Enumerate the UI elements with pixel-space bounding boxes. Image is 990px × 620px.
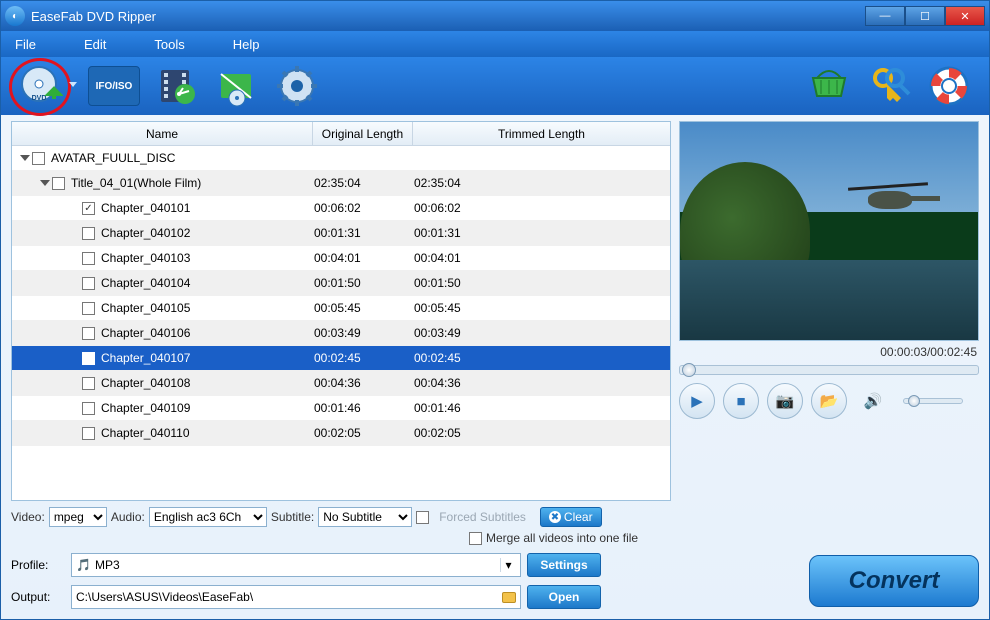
edit-video-button[interactable] — [153, 62, 201, 110]
open-folder-button[interactable]: 📂 — [811, 383, 847, 419]
open-output-button[interactable]: Open — [527, 585, 601, 609]
table-row[interactable]: Chapter_04010700:02:4500:02:45 — [12, 346, 670, 371]
audio-select[interactable]: English ac3 6Ch — [149, 507, 267, 527]
window-title: EaseFab DVD Ripper — [31, 9, 865, 24]
table-row[interactable]: Chapter_04010200:01:3100:01:31 — [12, 221, 670, 246]
app-window: ◐ EaseFab DVD Ripper File Edit Tools Hel… — [0, 0, 990, 620]
row-checkbox[interactable] — [82, 202, 95, 215]
table-row[interactable]: Chapter_04010600:03:4900:03:49 — [12, 321, 670, 346]
expand-toggle-icon[interactable] — [40, 180, 50, 186]
row-checkbox[interactable] — [82, 302, 95, 315]
profile-label: Profile: — [11, 558, 71, 572]
tool-bar: DVD IFO/ISO — [1, 57, 989, 115]
output-value: C:\Users\ASUS\Videos\EaseFab\ — [76, 590, 253, 604]
clear-button[interactable]: Clear — [540, 507, 602, 527]
row-checkbox[interactable] — [82, 252, 95, 265]
minimize-button[interactable] — [865, 6, 905, 26]
row-checkbox[interactable] — [82, 427, 95, 440]
settings-button[interactable] — [273, 62, 321, 110]
row-checkbox[interactable] — [82, 327, 95, 340]
row-checkbox[interactable] — [82, 277, 95, 290]
video-select[interactable]: mpeg — [49, 507, 107, 527]
help-button[interactable] — [925, 62, 973, 110]
table-row[interactable]: Chapter_04010800:04:3600:04:36 — [12, 371, 670, 396]
purchase-button[interactable] — [805, 62, 853, 110]
load-dvd-button[interactable]: DVD — [17, 62, 65, 110]
volume-icon[interactable]: 🔊 — [855, 383, 891, 419]
dropdown-caret-icon[interactable]: ▾ — [500, 558, 516, 572]
menu-tools[interactable]: Tools — [154, 37, 184, 52]
row-checkbox[interactable] — [82, 402, 95, 415]
play-button[interactable]: ▶ — [679, 383, 715, 419]
col-orig-length[interactable]: Original Length — [312, 122, 412, 145]
bottom-bar: Profile: 🎵 MP3 ▾ Settings Convert Output… — [1, 547, 989, 619]
ifoiso-label: IFO/ISO — [96, 81, 133, 92]
col-trim-length[interactable]: Trimmed Length — [412, 122, 670, 145]
profile-format-icon: 🎵 — [76, 558, 91, 572]
volume-slider[interactable] — [903, 398, 963, 404]
column-headers: Name Original Length Trimmed Length — [12, 122, 670, 146]
svg-text:DVD: DVD — [32, 95, 47, 102]
table-row[interactable]: Chapter_04010400:01:5000:01:50 — [12, 271, 670, 296]
title-list-pane: Name Original Length Trimmed Length AVAT… — [11, 121, 671, 501]
merge-label: Merge all videos into one file — [486, 531, 638, 545]
row-checkbox[interactable] — [82, 352, 95, 365]
maximize-button[interactable] — [905, 6, 945, 26]
forced-subtitles-checkbox[interactable] — [416, 511, 429, 524]
profile-value: MP3 — [95, 558, 120, 572]
crop-button[interactable] — [213, 62, 261, 110]
table-row[interactable]: Title_04_01(Whole Film)02:35:0402:35:04 — [12, 171, 670, 196]
stop-button[interactable]: ■ — [723, 383, 759, 419]
video-label: Video: — [11, 510, 45, 524]
col-name[interactable]: Name — [12, 127, 312, 141]
seek-slider[interactable] — [679, 365, 979, 375]
preview-timecode: 00:00:03/00:02:45 — [679, 341, 979, 363]
table-row[interactable]: AVATAR_FUULL_DISC — [12, 146, 670, 171]
profile-combo[interactable]: 🎵 MP3 ▾ — [71, 553, 521, 577]
menu-bar: File Edit Tools Help — [1, 31, 989, 57]
table-row[interactable]: Chapter_04011000:02:0500:02:05 — [12, 421, 670, 446]
table-row[interactable]: Chapter_04010500:05:4500:05:45 — [12, 296, 670, 321]
load-ifoiso-button[interactable]: IFO/ISO — [87, 62, 141, 110]
expand-toggle-icon[interactable] — [20, 155, 30, 161]
menu-edit[interactable]: Edit — [84, 37, 106, 52]
profile-settings-button[interactable]: Settings — [527, 553, 601, 577]
preview-video[interactable] — [679, 121, 979, 341]
subtitle-label: Subtitle: — [271, 510, 314, 524]
dropdown-caret-icon[interactable] — [69, 82, 77, 87]
forced-subtitles-label: Forced Subtitles — [439, 510, 526, 524]
subtitle-select[interactable]: No Subtitle — [318, 507, 412, 527]
row-checkbox[interactable] — [52, 177, 65, 190]
table-row[interactable]: Chapter_04010900:01:4600:01:46 — [12, 396, 670, 421]
convert-button[interactable]: Convert — [809, 555, 979, 607]
output-path-field[interactable]: C:\Users\ASUS\Videos\EaseFab\ — [71, 585, 521, 609]
row-checkbox[interactable] — [32, 152, 45, 165]
register-button[interactable] — [865, 62, 913, 110]
browse-folder-icon[interactable] — [502, 592, 516, 603]
snapshot-button[interactable]: 📷 — [767, 383, 803, 419]
rows-container[interactable]: AVATAR_FUULL_DISC Title_04_01(Whole Film… — [12, 146, 670, 500]
preview-pane: 00:00:03/00:02:45 ▶ ■ 📷 📂 🔊 — [679, 121, 979, 501]
table-row[interactable]: Chapter_04010100:06:0200:06:02 — [12, 196, 670, 221]
output-label: Output: — [11, 590, 71, 604]
merge-checkbox[interactable] — [469, 532, 482, 545]
stream-options-bar: Video: mpeg Audio: English ac3 6Ch Subti… — [1, 501, 989, 529]
title-bar: ◐ EaseFab DVD Ripper — [1, 1, 989, 31]
table-row[interactable]: Chapter_04010300:04:0100:04:01 — [12, 246, 670, 271]
close-button[interactable] — [945, 6, 985, 26]
menu-file[interactable]: File — [15, 37, 36, 52]
menu-help[interactable]: Help — [233, 37, 260, 52]
row-checkbox[interactable] — [82, 227, 95, 240]
row-checkbox[interactable] — [82, 377, 95, 390]
app-logo-icon: ◐ — [5, 6, 25, 26]
audio-label: Audio: — [111, 510, 145, 524]
